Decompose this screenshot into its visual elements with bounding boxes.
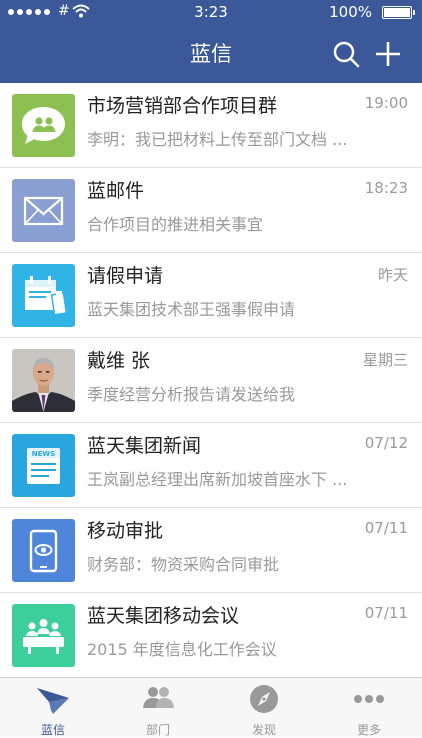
conversation-preview: 合作项目的推进相关事宜 — [87, 215, 264, 234]
conversation-time: 昨天 — [377, 266, 408, 284]
conversation-title: 蓝邮件 — [87, 180, 145, 202]
conversation-list: 市场营销部合作项目群 19:00 李明：我已把材料上传至部门文档 ... 蓝邮件… — [0, 83, 422, 677]
conversation-time: 19:00 — [364, 94, 408, 112]
user-avatar — [12, 349, 75, 412]
svg-text:NEWS: NEWS — [32, 450, 55, 458]
conversation-preview: 王岚副总经理出席新加坡首座水下 ... — [87, 470, 348, 489]
contacts-icon — [143, 687, 174, 708]
conversation-time: 07/12 — [364, 434, 408, 452]
battery-percentage: 100% — [329, 3, 372, 21]
conversation-row[interactable]: 戴维 张 星期三 季度经营分析报告请发送给我 — [0, 338, 422, 423]
conversation-title: 市场营销部合作项目群 — [87, 95, 278, 117]
tab-department[interactable]: 部门 — [105, 678, 211, 738]
conversation-preview: 李明：我已把材料上传至部门文档 ... — [87, 130, 348, 149]
tab-label: 发现 — [251, 723, 276, 737]
conversation-title: 戴维 张 — [87, 350, 151, 372]
conversation-time: 07/11 — [364, 604, 408, 622]
compass-icon — [250, 685, 278, 713]
conversation-row[interactable]: 蓝邮件 18:23 合作项目的推进相关事宜 — [0, 168, 422, 253]
conversation-row[interactable]: 蓝天集团移动会议 07/11 2015 年度信息化工作会议 — [0, 593, 422, 677]
tab-lanxin[interactable]: 蓝信 — [0, 678, 106, 738]
conversation-row[interactable]: 市场营销部合作项目群 19:00 李明：我已把材料上传至部门文档 ... — [0, 83, 422, 168]
news-icon: NEWS — [12, 434, 75, 497]
conversation-time: 07/11 — [364, 519, 408, 537]
group-chat-icon — [12, 94, 75, 157]
conversation-preview: 季度经营分析报告请发送给我 — [87, 385, 296, 404]
conversation-time: 星期三 — [362, 351, 408, 369]
conversation-row[interactable]: 移动审批 07/11 财务部：物资采购合同审批 — [0, 508, 422, 593]
tab-bar: 蓝信 部门 发现 更多 — [0, 677, 422, 737]
meeting-icon — [12, 604, 75, 667]
status-bar: # 3:23 100% — [0, 0, 422, 26]
paper-plane-icon — [37, 688, 69, 714]
conversation-row[interactable]: 请假申请 昨天 蓝天集团技术部王强事假申请 — [0, 253, 422, 338]
conversation-time: 18:23 — [364, 179, 408, 197]
tab-more[interactable]: 更多 — [316, 678, 422, 738]
conversation-title: 请假申请 — [87, 265, 164, 287]
more-icon — [354, 695, 384, 703]
tab-discover[interactable]: 发现 — [211, 678, 317, 738]
tab-label: 蓝信 — [40, 723, 65, 737]
conversation-row[interactable]: NEWS 蓝天集团新闻 07/12 王岚副总经理出席新加坡首座水下 ... — [0, 423, 422, 508]
conversation-preview: 财务部：物资采购合同审批 — [87, 555, 280, 574]
calendar-leave-icon — [12, 264, 75, 327]
mobile-approval-icon — [12, 519, 75, 582]
conversation-preview: 蓝天集团技术部王强事假申请 — [87, 300, 296, 319]
conversation-preview: 2015 年度信息化工作会议 — [87, 640, 277, 659]
tab-label: 部门 — [145, 723, 170, 737]
navigation-header: # 3:23 100% 蓝信 — [0, 0, 422, 83]
tab-label: 更多 — [356, 723, 381, 737]
mail-icon — [12, 179, 75, 242]
plus-icon[interactable] — [374, 40, 402, 68]
conversation-title: 蓝天集团新闻 — [87, 435, 202, 457]
conversation-title: 移动审批 — [87, 520, 164, 542]
search-icon[interactable] — [332, 40, 360, 68]
battery-icon — [382, 6, 415, 19]
conversation-title: 蓝天集团移动会议 — [87, 605, 240, 627]
